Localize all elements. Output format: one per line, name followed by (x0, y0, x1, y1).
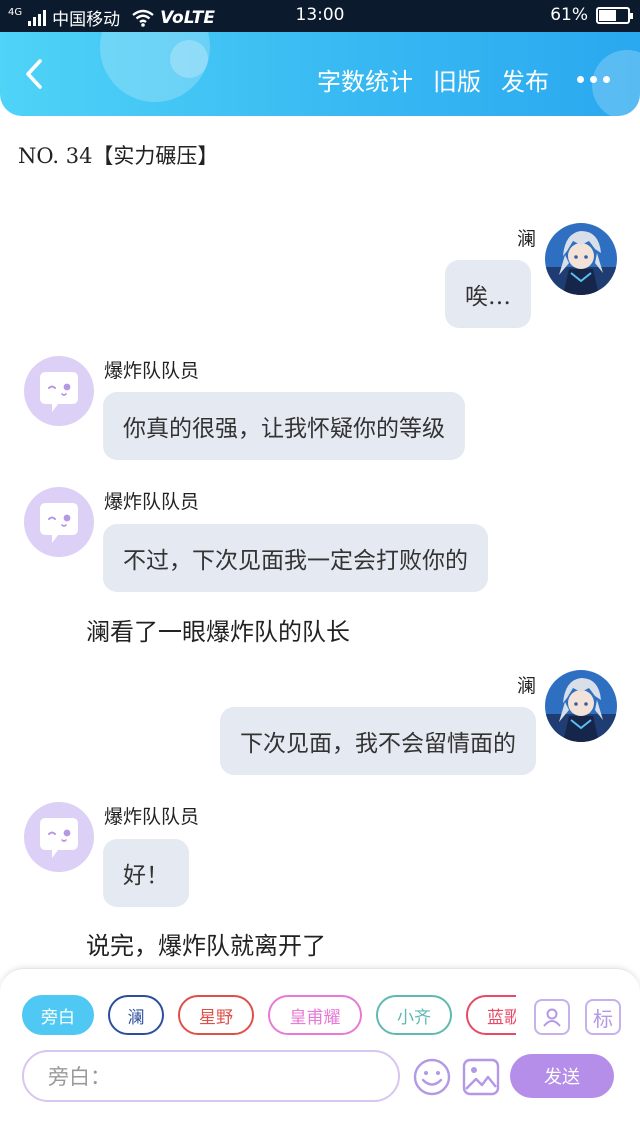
speaker-name: 澜 (516, 675, 536, 697)
battery-icon (596, 6, 633, 24)
word-count-button[interactable]: 字数统计 (317, 62, 413, 97)
message-input[interactable]: 旁白： (22, 1050, 400, 1102)
speaker-name: 爆炸队队员 (104, 806, 200, 828)
speaker-name: 爆炸队队员 (104, 360, 200, 382)
role-chip-row: 旁白 澜 星野 皇甫耀 小齐 蓝歌 (22, 995, 516, 1039)
add-character-icon[interactable] (534, 999, 570, 1035)
battery-fill (599, 9, 616, 21)
role-chip[interactable]: 蓝歌 (466, 995, 516, 1035)
speaker-name: 澜 (516, 228, 536, 250)
send-button[interactable]: 发送 (510, 1054, 614, 1098)
decor-bubble (170, 40, 208, 78)
npc-avatar[interactable] (24, 487, 94, 557)
mark-button[interactable]: 标 (585, 999, 621, 1035)
chapter-title: NO. 34【实力碾压】 (18, 144, 219, 168)
role-chip[interactable]: 小齐 (376, 995, 452, 1035)
message-bubble: 唉… (445, 260, 531, 328)
npc-avatar[interactable] (24, 356, 94, 426)
role-chip[interactable]: 澜 (108, 995, 164, 1035)
character-avatar[interactable] (545, 670, 617, 742)
role-chip[interactable]: 星野 (178, 995, 254, 1035)
chat-bubble-icon (40, 503, 78, 543)
character-avatar[interactable] (545, 223, 617, 295)
narration-text: 澜看了一眼爆炸队的队长 (86, 618, 350, 646)
message-bubble: 你真的很强，让我怀疑你的等级 (103, 392, 465, 460)
role-chip[interactable]: 皇甫耀 (268, 995, 362, 1035)
app-header: 字数统计 旧版 发布 (0, 32, 640, 116)
narration-text: 说完，爆炸队就离开了 (86, 932, 326, 960)
image-icon[interactable] (462, 1057, 500, 1097)
role-chip-narrator[interactable]: 旁白 (22, 995, 94, 1035)
back-arrow-icon[interactable] (20, 58, 52, 90)
old-version-button[interactable]: 旧版 (433, 62, 481, 97)
battery-percent: 61% (550, 5, 588, 25)
message-bubble: 下次见面，我不会留情面的 (220, 707, 536, 775)
more-icon[interactable] (577, 76, 610, 83)
chat-bubble-icon (40, 818, 78, 858)
npc-avatar[interactable] (24, 802, 94, 872)
speaker-name: 爆炸队队员 (104, 491, 200, 513)
emoji-icon[interactable] (412, 1057, 452, 1097)
chat-bubble-icon (40, 372, 78, 412)
publish-button[interactable]: 发布 (501, 62, 549, 97)
clock: 13:00 (295, 5, 345, 25)
status-bar: 4G 中国移动 VoLTE 13:00 61% (0, 0, 640, 32)
message-bubble: 不过，下次见面我一定会打败你的 (103, 524, 488, 592)
message-bubble: 好！ (103, 839, 189, 907)
